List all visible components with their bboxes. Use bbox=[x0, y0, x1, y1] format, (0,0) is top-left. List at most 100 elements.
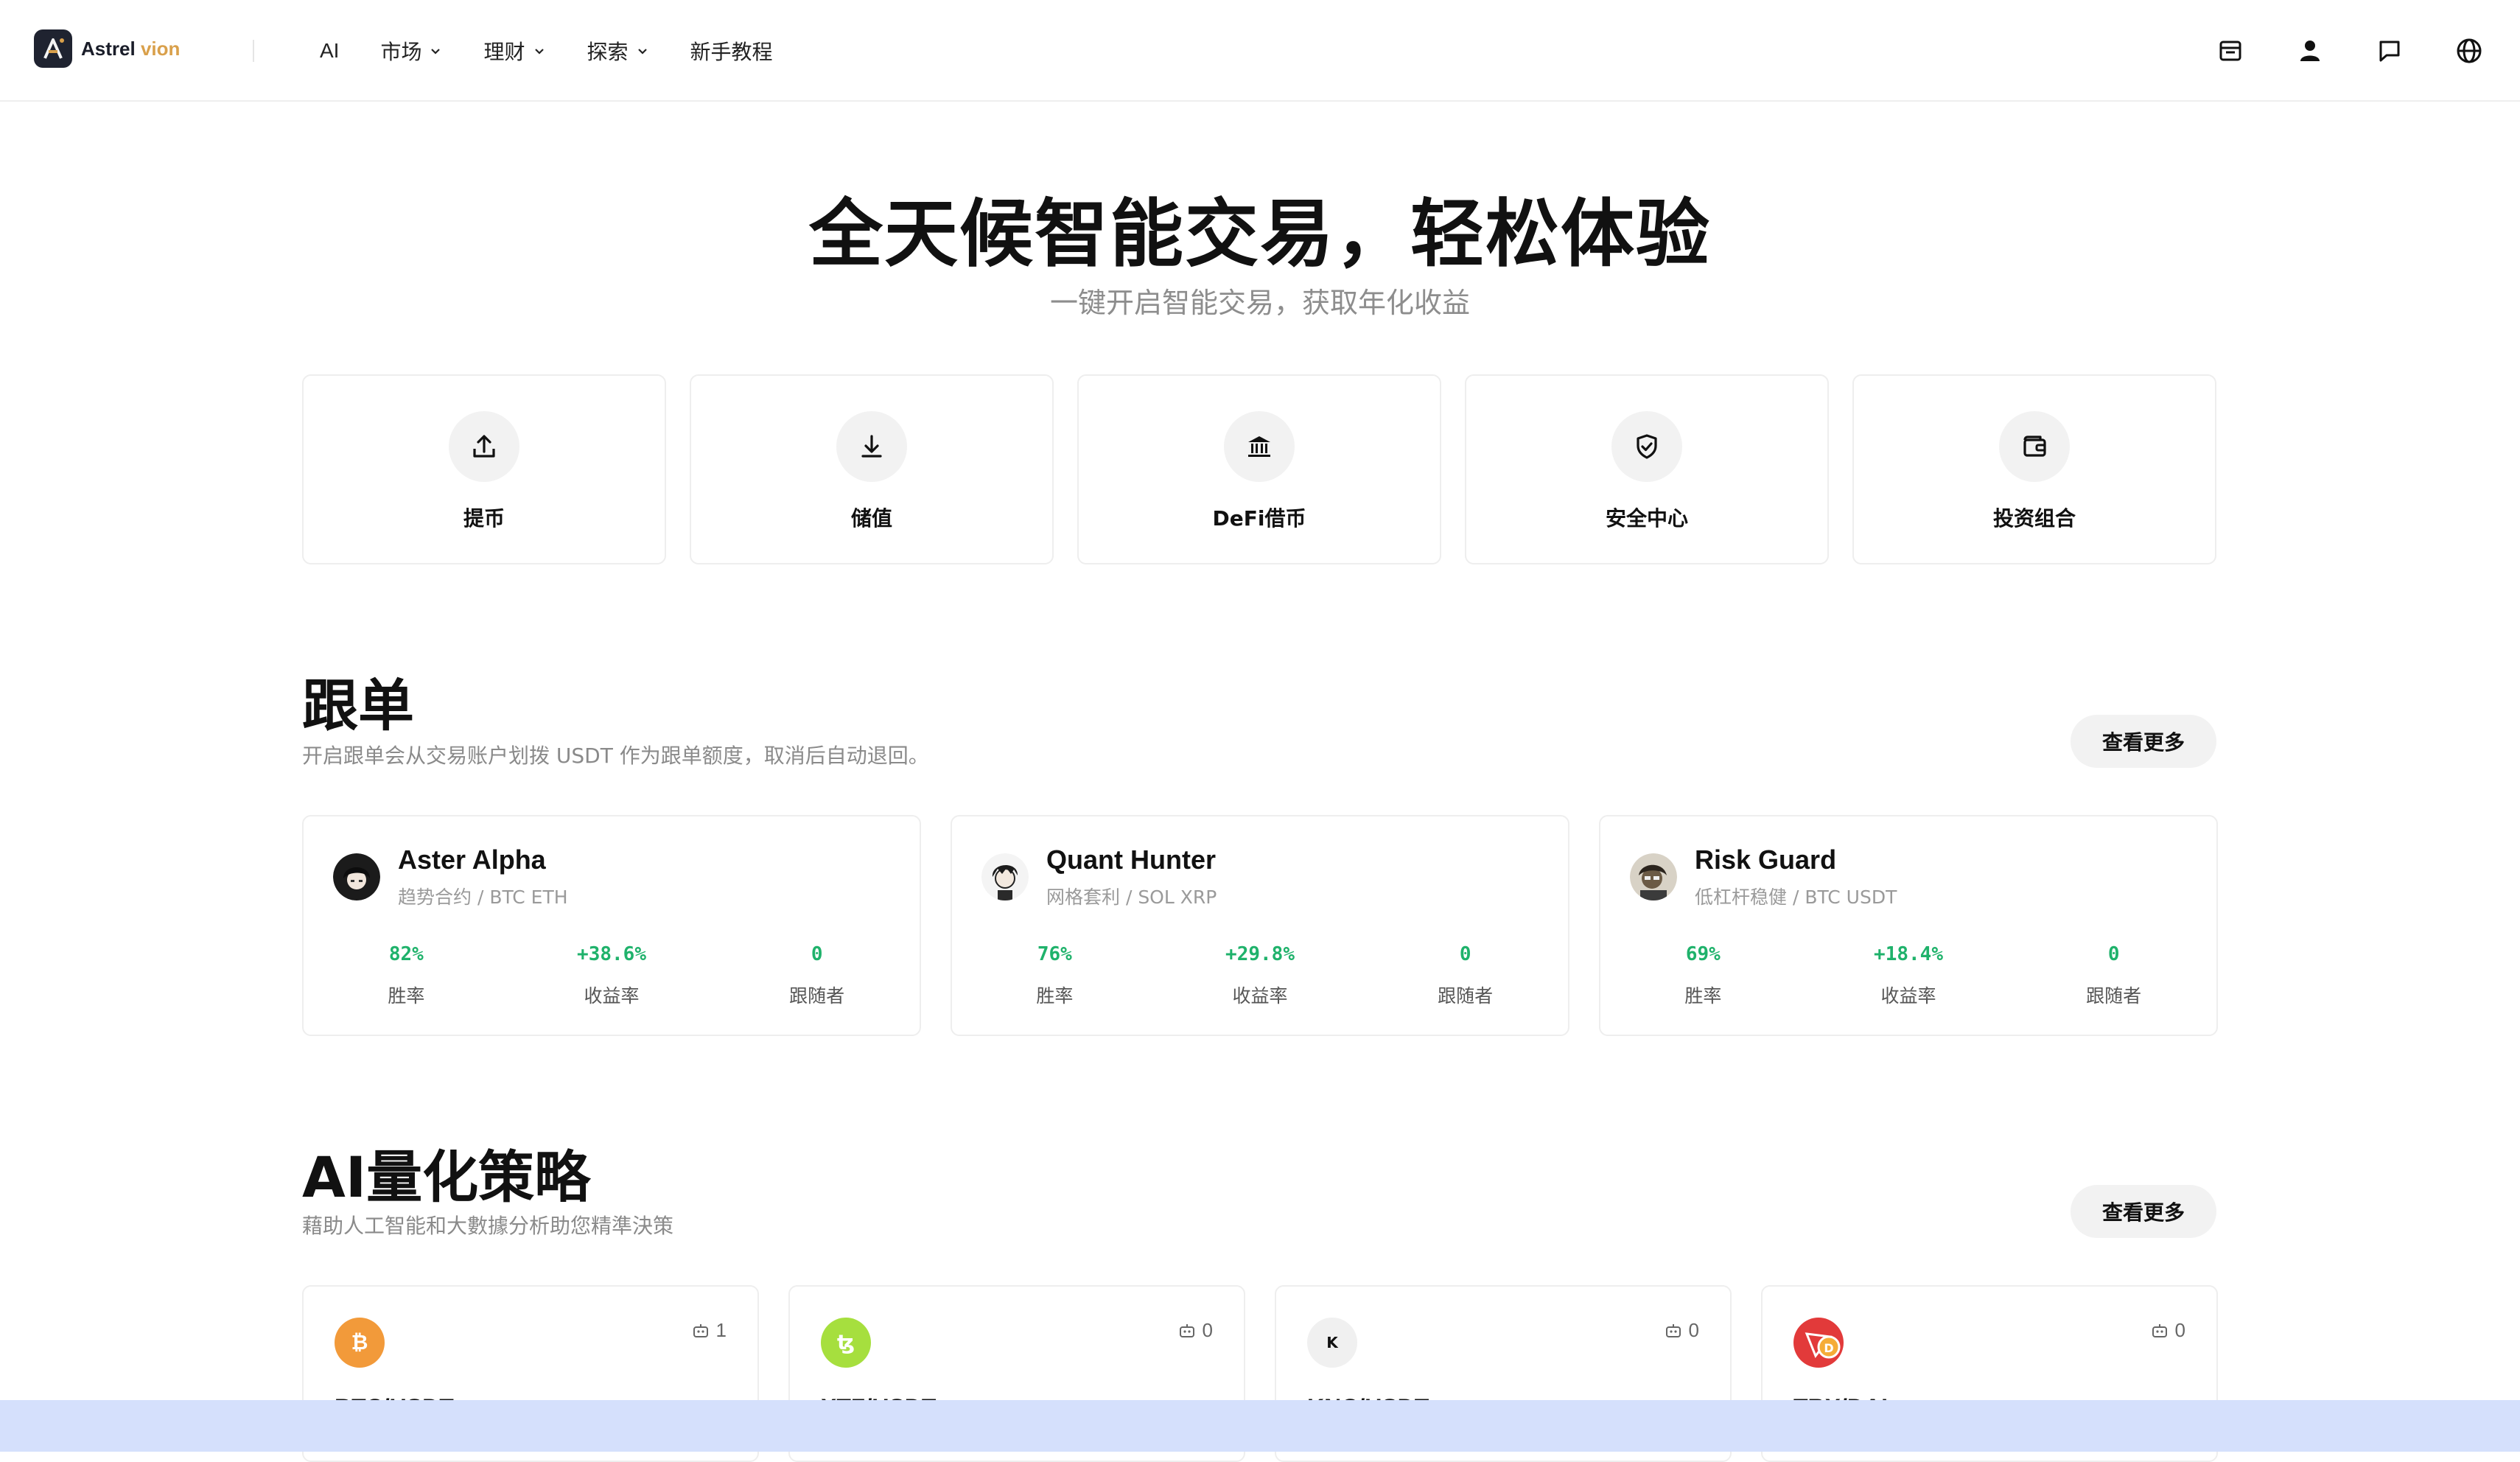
message-icon[interactable] bbox=[2370, 31, 2409, 71]
stat-label: 收益率 bbox=[1232, 985, 1288, 1007]
robot-icon bbox=[2152, 1323, 2167, 1337]
stat-return: +38.6% 收益率 bbox=[509, 943, 715, 1008]
action-deposit[interactable]: 储值 bbox=[690, 374, 1054, 564]
action-label: DeFi借币 bbox=[1212, 506, 1306, 531]
stat-win-rate: 76% 胜率 bbox=[952, 943, 1158, 1008]
trader-stats: 76% 胜率 +29.8% 收益率 0 跟随者 bbox=[952, 943, 1568, 1008]
stat-label: 胜率 bbox=[1684, 985, 1722, 1007]
trader-stats: 69% 胜率 +18.4% 收益率 0 跟随者 bbox=[1600, 943, 2216, 1008]
inbox-icon[interactable] bbox=[2211, 31, 2250, 71]
stat-value: 0 bbox=[1459, 943, 1471, 965]
avatar bbox=[333, 853, 380, 900]
trader-name: Risk Guard bbox=[1695, 844, 1837, 875]
nav-item-ai[interactable]: AI bbox=[320, 32, 339, 69]
trx-coin-icon: D bbox=[1793, 1318, 1844, 1368]
bot-count-value: 0 bbox=[1688, 1319, 1699, 1341]
stat-value: 76% bbox=[1037, 943, 1072, 965]
stat-label: 胜率 bbox=[1036, 985, 1074, 1007]
copy-trading-title: 跟单 bbox=[302, 673, 414, 738]
shield-check-icon bbox=[1611, 411, 1682, 482]
stat-label: 胜率 bbox=[388, 985, 425, 1007]
wallet-icon bbox=[1999, 411, 2070, 482]
bot-count: 0 bbox=[1664, 1319, 1699, 1342]
action-withdraw[interactable]: 提币 bbox=[302, 374, 666, 564]
ai-strategy-more-button[interactable]: 查看更多 bbox=[2071, 1185, 2216, 1238]
stat-followers: 0 跟随者 bbox=[714, 943, 920, 1008]
stat-label: 收益率 bbox=[1880, 985, 1936, 1007]
nav-item-finance[interactable]: 理财 bbox=[483, 32, 545, 69]
stat-label: 跟随者 bbox=[1438, 985, 1494, 1007]
top-header: Astrel vion AI 市场 理财 探索 新手教程 bbox=[0, 0, 2520, 102]
logo-mark-icon bbox=[34, 29, 72, 68]
ai-strategy-description: 藉助人工智能和大數據分析助您精準決策 bbox=[302, 1214, 674, 1238]
globe-icon[interactable] bbox=[2449, 31, 2489, 71]
knc-coin-icon: K bbox=[1307, 1318, 1357, 1368]
bank-icon bbox=[1224, 411, 1295, 482]
robot-icon bbox=[1665, 1323, 1681, 1337]
user-icon[interactable] bbox=[2290, 31, 2330, 71]
action-portfolio[interactable]: 投资组合 bbox=[1852, 374, 2216, 564]
bot-count-value: 1 bbox=[715, 1319, 727, 1341]
action-label: 提币 bbox=[463, 506, 505, 531]
quick-actions: 提币 储值 DeFi借币 安全中心 投资组合 bbox=[302, 374, 2216, 564]
trader-tag: 网格套利 / SOL XRP bbox=[1046, 886, 1217, 908]
stat-value: 0 bbox=[811, 943, 823, 965]
stat-return: +18.4% 收益率 bbox=[1806, 943, 2012, 1008]
brand-logo[interactable]: Astrel vion bbox=[34, 29, 180, 68]
bot-count: 0 bbox=[1177, 1319, 1213, 1342]
brand-name-b: vion bbox=[140, 37, 181, 60]
bot-count: 1 bbox=[691, 1319, 727, 1342]
bot-count: 0 bbox=[2150, 1319, 2185, 1342]
btc-coin-icon: ₿ bbox=[335, 1318, 385, 1368]
stat-value: 0 bbox=[2107, 943, 2120, 965]
hero-title: 全天候智能交易，轻松体验 bbox=[809, 191, 1711, 277]
action-label: 安全中心 bbox=[1605, 506, 1688, 531]
bot-count-value: 0 bbox=[2174, 1319, 2185, 1341]
copy-trading-more-button[interactable]: 查看更多 bbox=[2071, 715, 2216, 768]
svg-text:D: D bbox=[1824, 1341, 1833, 1355]
ai-strategy-title: AI量化策略 bbox=[302, 1144, 591, 1210]
robot-icon bbox=[693, 1323, 708, 1337]
stat-label: 跟随者 bbox=[789, 985, 845, 1007]
trader-name: Aster Alpha bbox=[398, 844, 546, 875]
stat-value: +29.8% bbox=[1225, 943, 1295, 965]
brand-name-a: Astrel bbox=[81, 37, 136, 60]
stat-label: 收益率 bbox=[584, 985, 640, 1007]
bot-count-value: 0 bbox=[1202, 1319, 1213, 1341]
upload-icon bbox=[449, 411, 519, 482]
stat-value: +18.4% bbox=[1874, 943, 1943, 965]
nav-item-tutorial[interactable]: 新手教程 bbox=[690, 32, 773, 69]
trader-card[interactable]: Risk Guard 低杠杆稳健 / BTC USDT 69% 胜率 +18.4… bbox=[1599, 815, 2218, 1036]
header-actions bbox=[2171, 31, 2489, 71]
action-security-center[interactable]: 安全中心 bbox=[1465, 374, 1829, 564]
bottom-overlay-bar bbox=[0, 1400, 2520, 1452]
stat-label: 跟随者 bbox=[2086, 985, 2142, 1007]
action-label: 储值 bbox=[850, 506, 892, 531]
nav-item-explore[interactable]: 探索 bbox=[587, 32, 649, 69]
trader-stats: 82% 胜率 +38.6% 收益率 0 跟随者 bbox=[304, 943, 920, 1008]
svg-text:ꜩ: ꜩ bbox=[837, 1330, 855, 1354]
stat-win-rate: 82% 胜率 bbox=[304, 943, 509, 1008]
stat-value: 69% bbox=[1685, 943, 1721, 965]
avatar bbox=[981, 853, 1029, 900]
trader-card[interactable]: Aster Alpha 趋势合约 / BTC ETH 82% 胜率 +38.6%… bbox=[302, 815, 921, 1036]
stat-value: +38.6% bbox=[577, 943, 646, 965]
main-nav: AI 市场 理财 探索 新手教程 bbox=[320, 32, 814, 69]
trader-name: Quant Hunter bbox=[1046, 844, 1216, 875]
trader-tag: 低杠杆稳健 / BTC USDT bbox=[1695, 886, 1897, 908]
stat-followers: 0 跟随者 bbox=[1362, 943, 1568, 1008]
trader-list: Aster Alpha 趋势合约 / BTC ETH 82% 胜率 +38.6%… bbox=[302, 815, 2218, 1036]
nav-label: AI bbox=[320, 39, 340, 62]
stat-value: 82% bbox=[388, 943, 424, 965]
nav-item-market[interactable]: 市场 bbox=[380, 32, 442, 69]
avatar bbox=[1630, 853, 1677, 900]
action-label: 投资组合 bbox=[1992, 506, 2076, 531]
brand-name: Astrel vion bbox=[81, 38, 180, 60]
nav-label: 探索 bbox=[587, 41, 629, 63]
trader-card[interactable]: Quant Hunter 网格套利 / SOL XRP 76% 胜率 +29.8… bbox=[951, 815, 1569, 1036]
stat-win-rate: 69% 胜率 bbox=[1600, 943, 1806, 1008]
hero-subtitle: 一键开启智能交易，获取年化收益 bbox=[1049, 287, 1470, 319]
robot-icon bbox=[1179, 1323, 1194, 1337]
action-defi-loan[interactable]: DeFi借币 bbox=[1077, 374, 1441, 564]
stat-return: +29.8% 收益率 bbox=[1158, 943, 1363, 1008]
